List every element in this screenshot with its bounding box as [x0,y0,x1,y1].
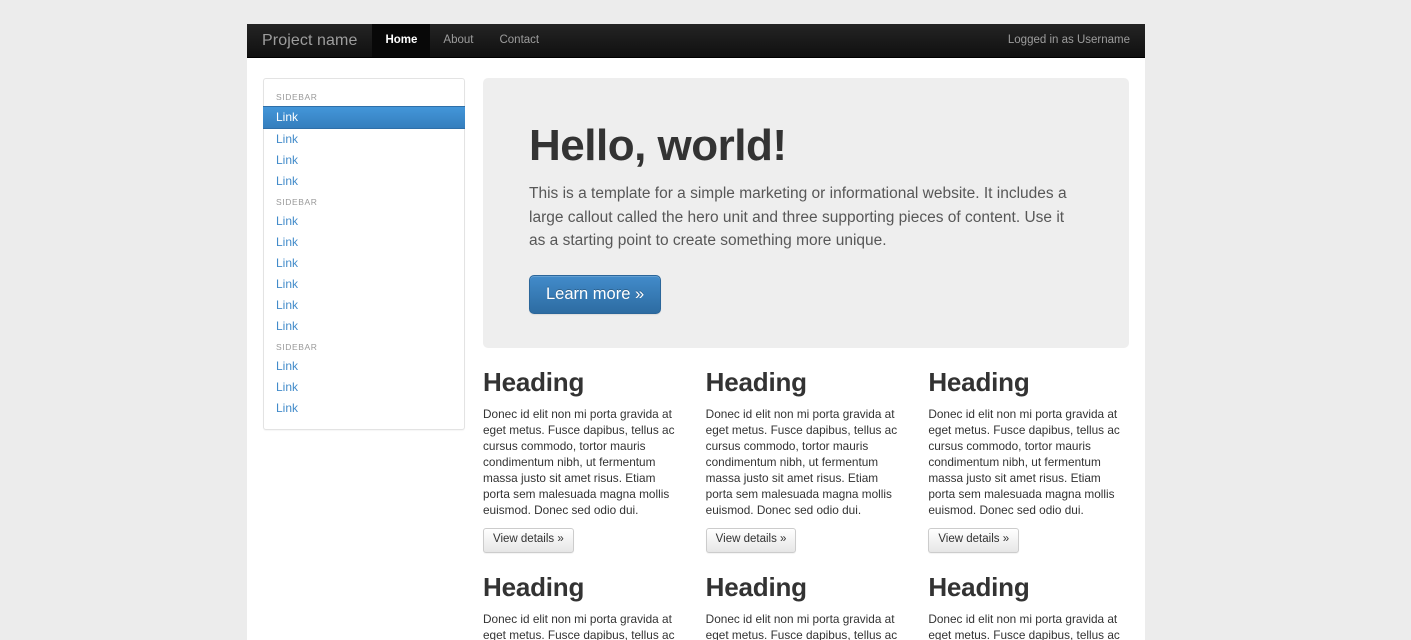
sidebar-item-2-4[interactable]: Link [264,274,464,295]
view-details-button-3[interactable]: View details » [928,528,1020,554]
content-body-1: Donec id elit non mi porta gravida at eg… [483,406,675,518]
sidebar-group-header-1: Sidebar [276,92,318,102]
sidebar-item-1-2[interactable]: Link [264,129,464,150]
browser-viewport: Project name Home About Contact Logged i… [247,24,1145,640]
sidebar-group-header-3: Sidebar [276,342,318,352]
main-content: Hello, world! This is a template for a s… [465,78,1129,640]
content-heading-6: Heading [928,572,1030,603]
content-body-3: Donec id elit non mi porta gravida at eg… [928,406,1120,518]
learn-more-button[interactable]: Learn more » [529,274,662,315]
page-body: Sidebar Link Link Link Link Sidebar Link… [247,58,1145,640]
content-heading-2: Heading [705,367,807,397]
navbar-user-status[interactable]: Logged in as Username [993,24,1145,57]
sidebar-item-3-2[interactable]: Link [264,377,464,398]
nav-item-contact[interactable]: Contact [486,24,552,57]
content-row-1: Heading Donec id elit non mi porta gravi… [483,367,1129,554]
sidebar-group-header-2: Sidebar [276,197,318,207]
content-heading-4: Heading [483,572,585,603]
view-details-button-1[interactable]: View details » [483,528,574,554]
sidebar-item-1-3[interactable]: Link [264,150,464,171]
sidebar-item-3-3[interactable]: Link [264,398,464,419]
content-column-6: Heading Donec id elit non mi porta gravi… [928,573,1129,640]
content-column-5: Heading Donec id elit non mi porta gravi… [706,573,929,640]
top-navbar: Project name Home About Contact Logged i… [247,24,1145,58]
hero-body: This is a template for a simple marketin… [529,185,1067,250]
sidebar-item-2-1[interactable]: Link [264,211,464,232]
nav-item-about[interactable]: About [430,24,486,57]
content-column-1: Heading Donec id elit non mi porta gravi… [483,367,706,554]
content-heading-1: Heading [483,367,585,397]
content-column-4: Heading Donec id elit non mi porta gravi… [483,573,706,640]
sidebar-item-2-6[interactable]: Link [264,316,464,337]
sidebar-item-2-3[interactable]: Link [264,253,464,274]
sidebar-item-1-1[interactable]: Link [263,106,465,129]
content-body-6: Donec id elit non mi porta gravida at eg… [928,611,1120,640]
content-body-5: Donec id elit non mi porta gravida at eg… [705,611,898,640]
sidebar-item-1-4[interactable]: Link [264,171,464,192]
sidebar-item-3-1[interactable]: Link [264,356,464,377]
nav-item-home[interactable]: Home [372,24,431,57]
content-column-3: Heading Donec id elit non mi porta gravi… [928,367,1129,554]
navbar-brand[interactable]: Project name [247,24,372,57]
view-details-button-2[interactable]: View details » [705,528,797,554]
content-heading-5: Heading [705,572,807,603]
sidebar-item-2-5[interactable]: Link [264,295,464,316]
hero-jumbotron: Hello, world! This is a template for a s… [483,78,1129,348]
content-body-2: Donec id elit non mi porta gravida at eg… [705,406,898,518]
hero-title: Hello, world! [529,121,787,170]
content-row-2: Heading Donec id elit non mi porta gravi… [483,573,1129,640]
content-body-4: Donec id elit non mi porta gravida at eg… [483,611,675,640]
content-column-2: Heading Donec id elit non mi porta gravi… [705,367,929,554]
content-heading-3: Heading [928,367,1030,397]
navbar-links: Home About Contact [372,24,552,57]
sidebar-item-2-2[interactable]: Link [264,232,464,253]
sidebar-panel: Sidebar Link Link Link Link Sidebar Link… [263,78,465,430]
